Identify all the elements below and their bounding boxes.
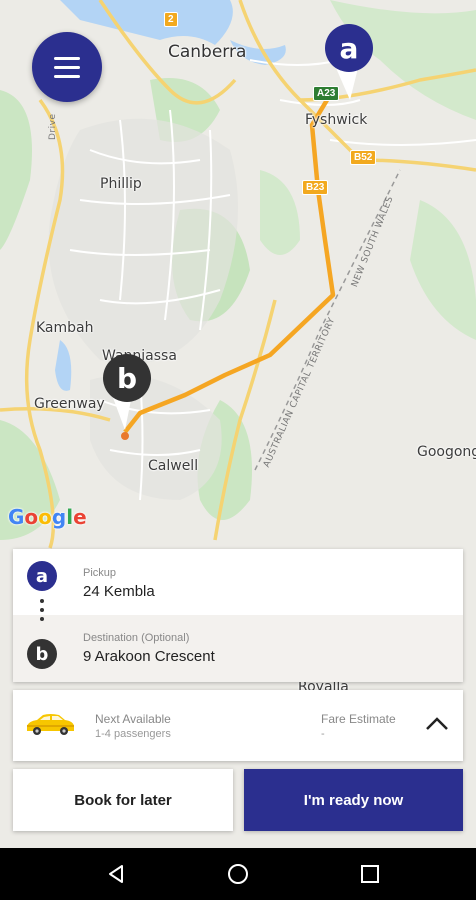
- pickup-address: 24 Kembla: [83, 583, 155, 600]
- vehicle-capacity: 1-4 passengers: [95, 728, 171, 740]
- map-label-kambah: Kambah: [36, 320, 94, 336]
- chevron-up-icon[interactable]: [423, 712, 451, 736]
- park: [260, 170, 300, 255]
- map-label-googong: Googong: [417, 444, 476, 460]
- destination-address: 9 Arakoon Crescent: [83, 648, 215, 665]
- destination-label: Destination (Optional): [83, 632, 190, 644]
- fare-value: -: [321, 728, 325, 740]
- destination-dot: [121, 432, 129, 440]
- ready-now-button[interactable]: I'm ready now: [244, 769, 463, 831]
- road-shield-2: 2: [164, 12, 178, 27]
- vehicle-title: Next Available: [95, 712, 171, 726]
- menu-icon-line: [54, 74, 80, 78]
- map-label-canberra: Canberra: [168, 42, 247, 62]
- map-label-greenway: Greenway: [34, 396, 105, 412]
- pickup-row[interactable]: a Pickup 24 Kembla: [13, 549, 463, 615]
- pickup-badge: a: [27, 561, 57, 591]
- route-dots: [40, 599, 44, 621]
- road-shield-a23: A23: [313, 86, 340, 101]
- map-label-phillip: Phillip: [100, 176, 142, 192]
- menu-icon-line: [54, 56, 80, 60]
- location-panel: a Pickup 24 Kembla b Destination (Option…: [13, 549, 463, 682]
- river: [55, 340, 72, 391]
- map-label-fyshwick: Fyshwick: [305, 112, 368, 128]
- book-later-button[interactable]: Book for later: [13, 769, 233, 831]
- taxi-icon: [27, 714, 74, 735]
- vehicle-panel[interactable]: Next Available 1-4 passengers Fare Estim…: [13, 690, 463, 761]
- recents-icon[interactable]: [358, 862, 382, 886]
- pickup-marker[interactable]: a: [325, 24, 373, 72]
- road-shield-b52: B52: [350, 150, 377, 165]
- map-label-drive: Drive: [48, 113, 58, 141]
- map-label-calwell: Calwell: [148, 458, 199, 474]
- fare-label: Fare Estimate: [321, 712, 396, 726]
- home-icon[interactable]: [226, 862, 250, 886]
- pickup-label: Pickup: [83, 567, 117, 579]
- menu-icon-line: [54, 65, 80, 69]
- destination-badge: b: [27, 639, 57, 669]
- system-nav-bar: [0, 848, 476, 900]
- park: [410, 200, 476, 340]
- park: [0, 90, 32, 250]
- google-logo: Google: [8, 505, 87, 529]
- destination-row[interactable]: b Destination (Optional) 9 Arakoon Cresc…: [13, 615, 463, 682]
- menu-button[interactable]: [32, 32, 102, 102]
- road-shield-b23: B23: [302, 180, 329, 195]
- destination-marker[interactable]: b: [103, 354, 151, 402]
- back-icon[interactable]: [104, 862, 128, 886]
